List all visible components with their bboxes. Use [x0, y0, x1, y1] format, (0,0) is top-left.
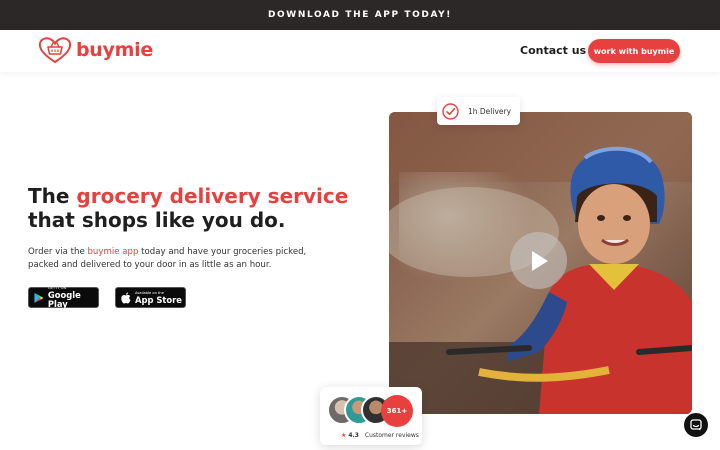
hero-title-highlight: grocery delivery service	[76, 184, 349, 208]
rating-line: ★ 4.3 Customer reviews	[341, 432, 419, 439]
reviews-card: 361+ ★ 4.3 Customer reviews	[320, 387, 422, 445]
google-play-button[interactable]: GET IT ON Google Play	[28, 286, 99, 309]
app-store-big-text: App Store	[135, 294, 182, 305]
hero-title-part2: that shops like you do.	[28, 208, 286, 232]
review-count-badge: 361+	[381, 395, 413, 427]
basket-heart-logo-icon	[38, 37, 72, 64]
play-icon	[531, 250, 548, 271]
google-play-big-text: Google Play	[47, 290, 81, 309]
delivery-badge: 1h Delivery	[437, 97, 520, 125]
play-button[interactable]	[510, 232, 567, 289]
announcement-bar[interactable]: DOWNLOAD THE APP TODAY!	[0, 0, 720, 30]
logo-text: buymie	[76, 39, 153, 61]
app-store-button[interactable]: Available on the App Store	[115, 287, 186, 308]
site-header: buymie Contact us work with buymie	[0, 30, 720, 72]
work-with-buymie-button[interactable]: work with buymie	[588, 39, 680, 63]
chat-widget-button[interactable]	[684, 413, 708, 437]
star-icon: ★	[341, 432, 347, 439]
google-play-icon	[34, 292, 44, 303]
announcement-text: DOWNLOAD THE APP TODAY!	[267, 10, 452, 20]
delivery-badge-label: 1h Delivery	[468, 106, 512, 116]
apple-icon	[121, 292, 131, 303]
hero-desc-before: Order via the	[28, 247, 88, 257]
hero-title-part1: The	[28, 184, 77, 208]
check-circle-icon	[442, 102, 459, 120]
rating-label: Customer reviews	[364, 432, 419, 439]
chat-icon	[690, 419, 702, 431]
hero-description: Order via the buymie app today and have …	[28, 246, 328, 272]
logo[interactable]: buymie	[38, 36, 153, 64]
contact-link[interactable]: Contact us	[520, 44, 586, 57]
hero-title: The grocery delivery service that shops …	[28, 184, 348, 232]
buymie-app-link[interactable]: buymie app	[87, 247, 138, 257]
rating-value: 4.3	[348, 432, 359, 439]
